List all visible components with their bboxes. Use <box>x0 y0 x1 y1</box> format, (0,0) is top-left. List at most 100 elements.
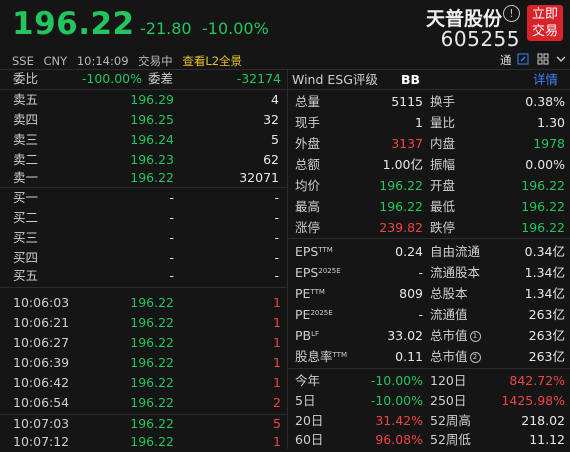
fund-label: PE2025E <box>295 307 333 322</box>
stat-value: 196.22 <box>379 178 423 193</box>
bid-row[interactable]: 买二 - - <box>0 208 287 228</box>
trade-now-button[interactable]: 立即 交易 <box>527 5 563 41</box>
fund-label[interactable]: 总市值 1 <box>430 326 481 346</box>
fund-label: PETTM <box>295 286 325 301</box>
ask-label: 卖三 <box>13 132 39 147</box>
price-change: -21.80 <box>140 19 192 38</box>
tick-time: 10:07:12 <box>13 434 70 449</box>
stat-label: 涨停 <box>295 220 321 235</box>
period-label: 250日 <box>430 393 467 408</box>
weicha-value: -32174 <box>236 71 281 86</box>
chevron-down-icon[interactable] <box>555 53 567 65</box>
ask-volume: 5 <box>271 132 279 147</box>
tick-price: 196.22 <box>130 375 174 390</box>
bid-row[interactable]: 买一 - - <box>0 188 287 208</box>
stat-value: 3137 <box>391 136 423 151</box>
ask-row[interactable]: 卖一 196.22 32071 <box>0 168 287 188</box>
bid-label: 买一 <box>13 190 39 205</box>
fund-label: 流通值 <box>430 307 468 322</box>
stat-label: 最低 <box>430 199 456 214</box>
tick-price: 196.22 <box>130 434 174 449</box>
tick-time: 10:06:03 <box>13 295 70 310</box>
tick-row: 10:06:21 196.22 1 <box>0 313 287 333</box>
stat-value: 1978 <box>533 136 565 151</box>
grid-icon[interactable] <box>537 53 549 65</box>
bid-price: - <box>169 230 174 245</box>
ask-label: 卖一 <box>13 170 39 185</box>
weibi-label: 委比 <box>13 71 39 86</box>
fund-label: 流通股本 <box>430 265 481 280</box>
stat-value: 1 <box>415 115 423 130</box>
fund-value: 0.24 <box>395 244 423 259</box>
ask-price: 196.25 <box>130 112 174 127</box>
ask-price: 196.23 <box>130 152 174 167</box>
esg-detail-link[interactable]: 详情 <box>533 70 558 90</box>
bid-volume: - <box>274 190 279 205</box>
esg-rating: BB <box>401 72 421 87</box>
info-icon[interactable]: 2 <box>469 352 481 363</box>
ask-row[interactable]: 卖四 196.25 32 <box>0 110 287 130</box>
stat-value: 0.00% <box>525 157 565 172</box>
stat-label: 内盘 <box>430 136 456 151</box>
tick-time: 10:06:39 <box>13 355 70 370</box>
stat-value: 1.00亿 <box>382 157 423 172</box>
quote-time: 10:14:09 <box>76 54 129 68</box>
tick-row: 10:06:39 196.22 1 <box>0 353 287 373</box>
stat-value: 0.38% <box>525 94 565 109</box>
weibi-row: 委比 -100.00% 委差 -32174 <box>0 69 287 89</box>
price-change-percent: -10.00% <box>202 19 269 38</box>
bid-price: - <box>169 250 174 265</box>
stat-label: 外盘 <box>295 136 321 151</box>
bid-row[interactable]: 买三 - - <box>0 228 287 248</box>
edit-icon[interactable] <box>517 53 529 65</box>
bid-label: 买五 <box>13 268 39 283</box>
period-label: 120日 <box>430 373 467 388</box>
tick-row: 10:06:54 196.22 2 <box>0 393 287 413</box>
stat-value: 239.82 <box>379 220 423 235</box>
tick-price: 196.22 <box>130 355 174 370</box>
connect-label: 通 <box>500 53 512 67</box>
esg-label: Wind ESG评级 <box>292 72 378 87</box>
stat-value: 196.22 <box>521 178 565 193</box>
stat-value: 1.30 <box>537 115 565 130</box>
period-label: 20日 <box>295 413 324 428</box>
fund-value: 33.02 <box>387 328 423 343</box>
stat-label: 量比 <box>430 115 456 130</box>
bid-label: 买四 <box>13 250 39 265</box>
fund-value: - <box>418 307 423 322</box>
bid-label: 买三 <box>13 230 39 245</box>
ask-label: 卖四 <box>13 112 39 127</box>
quote-subline: SSE CNY 10:14:09 交易中 查看L2全景 <box>12 53 248 69</box>
fund-label[interactable]: 总市值 2 <box>430 347 481 367</box>
tick-time: 10:06:21 <box>13 315 70 330</box>
l2-panorama-link[interactable]: 查看L2全景 <box>182 54 242 68</box>
period-label: 52周低 <box>430 432 471 447</box>
weicha-label: 委差 <box>148 71 174 86</box>
period-value: 842.72% <box>509 373 565 388</box>
stat-label: 换手 <box>430 94 456 109</box>
fund-value: 263亿 <box>528 307 565 322</box>
tick-volume: 1 <box>273 295 281 310</box>
tick-volume: 1 <box>273 355 281 370</box>
fund-value: 1.34亿 <box>524 286 565 301</box>
ask-row[interactable]: 卖五 196.29 4 <box>0 90 287 110</box>
stat-label: 总量 <box>295 94 321 109</box>
stat-value: 5115 <box>391 94 423 109</box>
tick-row: 10:07:03 196.22 5 <box>0 414 287 434</box>
stat-value: 196.22 <box>521 199 565 214</box>
period-value: 1425.98% <box>501 393 565 408</box>
exchange-label: SSE <box>12 54 34 68</box>
ask-price: 196.22 <box>130 170 174 185</box>
period-value: 11.12 <box>529 432 565 447</box>
ask-row[interactable]: 卖二 196.23 62 <box>0 150 287 170</box>
info-icon[interactable]: 1 <box>469 331 481 342</box>
fund-value: 263亿 <box>528 328 565 343</box>
last-price: 196.22 <box>12 6 135 42</box>
bid-row[interactable]: 买四 - - <box>0 248 287 268</box>
tick-price: 196.22 <box>130 416 174 431</box>
tick-price: 196.22 <box>130 295 174 310</box>
fund-value: 0.11 <box>395 349 423 364</box>
ask-row[interactable]: 卖三 196.24 5 <box>0 130 287 150</box>
info-icon[interactable]: ! <box>503 5 520 22</box>
bid-row[interactable]: 买五 - - <box>0 266 287 286</box>
